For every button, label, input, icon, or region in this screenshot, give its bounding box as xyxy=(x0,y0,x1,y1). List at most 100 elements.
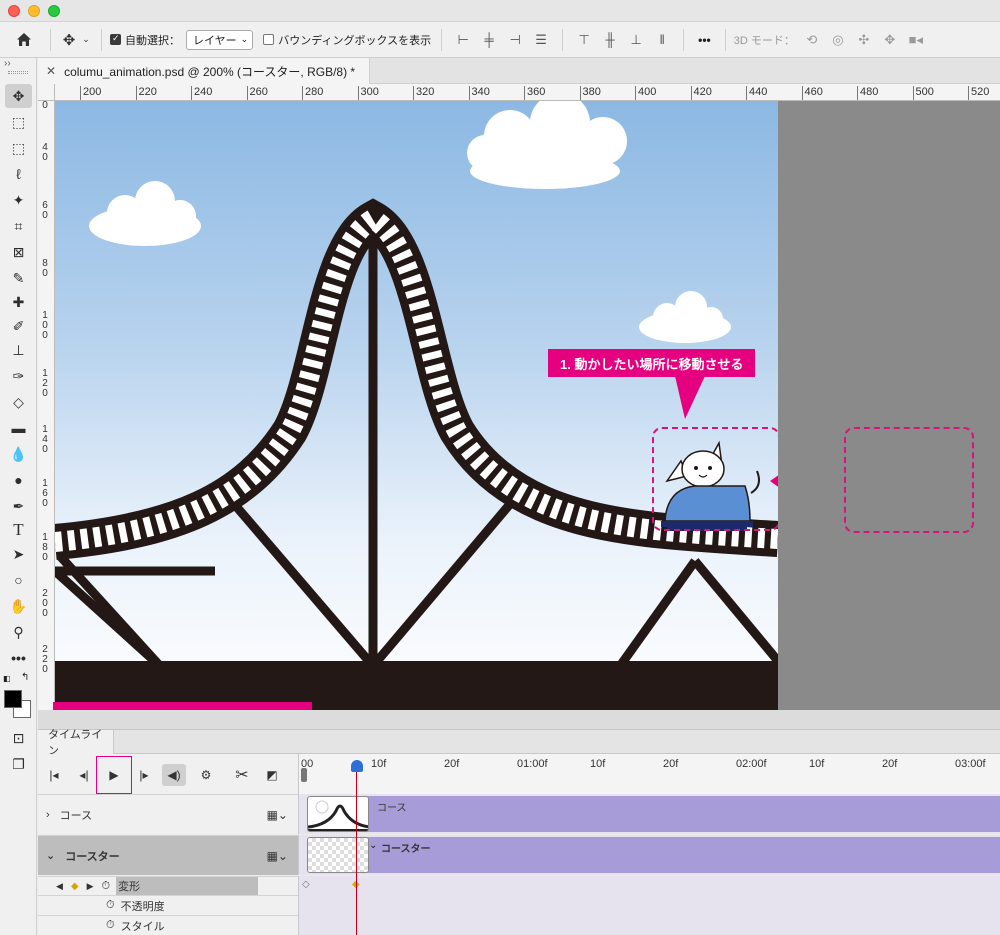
more-tools-icon[interactable]: ••• xyxy=(5,646,32,670)
hand-tool[interactable]: ✋ xyxy=(5,594,32,618)
stopwatch-icon[interactable]: ⏱ xyxy=(106,899,115,912)
distribute-horizontal-icon[interactable]: ‖ xyxy=(649,32,675,47)
quick-mask-icon[interactable]: ⊡ xyxy=(5,726,32,750)
close-window-button[interactable] xyxy=(8,5,20,17)
document-tab[interactable]: ✕ columu_animation.psd @ 200% (コースター, RG… xyxy=(38,58,370,84)
collapse-panel-icon[interactable]: ›› xyxy=(4,58,11,69)
track-coaster[interactable]: ⌄ コースター xyxy=(298,835,1000,875)
align-left-icon[interactable]: ⊢ xyxy=(450,32,476,48)
default-colors-icon[interactable]: ◧ xyxy=(3,674,11,683)
zoom-tool[interactable]: ⚲ xyxy=(5,620,32,644)
clip-coaster[interactable]: ⌄ コースター xyxy=(307,837,1000,873)
playhead-handle[interactable] xyxy=(351,760,363,772)
stamp-tool[interactable]: ⊥ xyxy=(5,338,32,362)
cloud-large xyxy=(467,101,627,189)
3d-camera-icon[interactable]: ■◂ xyxy=(903,32,929,48)
panel-grip[interactable] xyxy=(8,71,28,74)
align-horizontal-center-icon[interactable]: ╪ xyxy=(476,32,502,47)
previous-keyframe-icon[interactable]: ◀ xyxy=(56,881,63,892)
eraser-tool[interactable]: ◇ xyxy=(5,390,32,414)
vertical-ruler[interactable]: 0 40 60 80 100 120 140 160 180 200 220 xyxy=(38,101,55,710)
track-course[interactable]: コース xyxy=(298,794,1000,834)
track-transform[interactable]: ◇ ◆ xyxy=(298,876,1000,895)
ellipse-tool[interactable]: ○ xyxy=(5,568,32,592)
add-keyframe-icon[interactable]: ◆ xyxy=(71,881,79,892)
clip-course[interactable]: コース xyxy=(307,796,1000,832)
lasso-tool[interactable]: ℓ xyxy=(5,162,32,186)
crop-tool[interactable]: ⌗ xyxy=(5,214,32,238)
transition-icon[interactable]: ◩ xyxy=(260,764,284,786)
property-row-opacity[interactable]: ⏱ 不透明度 xyxy=(38,895,298,915)
film-strip-icon[interactable]: ▦⌄ xyxy=(267,849,288,863)
align-right-icon[interactable]: ⊣ xyxy=(502,32,528,48)
property-row-transform[interactable]: ◀ ◆ ▶ ⏱ 変形 xyxy=(38,876,298,895)
next-frame-button[interactable]: |▸ xyxy=(132,764,156,786)
frame-tool[interactable]: ⊠ xyxy=(5,240,32,264)
dodge-tool[interactable]: ● xyxy=(5,468,32,492)
type-tool[interactable]: T xyxy=(5,518,32,542)
align-top-icon[interactable]: ⊤ xyxy=(571,32,597,48)
track-opacity[interactable] xyxy=(298,895,1000,915)
zoom-window-button[interactable] xyxy=(48,5,60,17)
next-keyframe-icon[interactable]: ▶ xyxy=(87,881,94,892)
layer-row-coaster[interactable]: ⌄ コースター ▦⌄ xyxy=(38,835,298,875)
path-selection-tool[interactable]: ➤ xyxy=(5,542,32,566)
brush-tool[interactable]: ✐ xyxy=(5,314,32,338)
move-tool[interactable]: ✥ xyxy=(5,84,32,108)
chevron-down-icon[interactable]: ⌄ xyxy=(79,34,93,45)
blur-tool[interactable]: 💧 xyxy=(5,442,32,466)
history-brush-tool[interactable]: ✑ xyxy=(5,364,32,388)
close-tab-icon[interactable]: ✕ xyxy=(46,64,56,78)
document-canvas[interactable]: 1. 動かしたい場所に移動させる xyxy=(55,101,778,710)
ruler-tick-label: 480 xyxy=(857,86,878,100)
divider xyxy=(441,28,443,51)
stopwatch-icon[interactable]: ⏱ xyxy=(102,880,111,893)
ruler-tick-label: 240 xyxy=(191,86,212,100)
magic-wand-tool[interactable]: ✦ xyxy=(5,188,32,212)
marquee-tool[interactable]: ⬚ xyxy=(5,136,32,160)
home-icon[interactable] xyxy=(6,32,42,47)
align-bottom-icon[interactable]: ⊥ xyxy=(623,32,649,48)
property-row-style[interactable]: ⏱ スタイル xyxy=(38,915,298,935)
split-at-playhead-icon[interactable]: ✂ xyxy=(230,764,254,786)
expand-chevron-icon[interactable]: › xyxy=(46,809,50,821)
previous-frame-button[interactable]: ◂| xyxy=(72,764,96,786)
minimize-window-button[interactable] xyxy=(28,5,40,17)
auto-select-checkbox[interactable] xyxy=(110,33,121,45)
layer-select-dropdown[interactable]: レイヤー ⌄ xyxy=(186,29,254,50)
3d-slide-icon[interactable]: ✥ xyxy=(877,32,903,48)
healing-brush-tool[interactable]: ✚ xyxy=(5,290,32,314)
artboard-tool[interactable]: ⬚ xyxy=(5,110,32,134)
tab-timeline[interactable]: タイムライン xyxy=(38,729,114,757)
audio-toggle-button[interactable]: ◀) xyxy=(162,764,186,786)
timeline-time-ruler[interactable]: 00 10f 20f 01:00f 10f 20f 02:00f 10f 20f 03:00f xyxy=(298,754,1000,794)
canvas-workspace[interactable]: 1. 動かしたい場所に移動させる xyxy=(55,101,1000,710)
stopwatch-icon[interactable]: ⏱ xyxy=(106,919,115,932)
collapse-chevron-icon[interactable]: ⌄ xyxy=(46,849,55,862)
distribute-vertical-icon[interactable]: ☰ xyxy=(528,32,554,48)
settings-icon[interactable]: ⚙ xyxy=(194,764,218,786)
3d-roll-icon[interactable]: ◎ xyxy=(825,32,851,48)
screen-mode-icon[interactable]: ❐ xyxy=(5,752,32,776)
swap-colors-icon[interactable]: ↰ xyxy=(21,672,29,683)
film-strip-icon[interactable]: ▦⌄ xyxy=(267,808,288,822)
move-tool-preset-icon[interactable]: ✥ xyxy=(59,31,79,49)
track-style[interactable] xyxy=(298,915,1000,935)
clip-label: コース xyxy=(377,803,407,814)
3d-orbit-icon[interactable]: ⟲ xyxy=(799,32,825,48)
go-to-first-frame-button[interactable]: |◂ xyxy=(42,764,66,786)
align-vertical-center-icon[interactable]: ╫ xyxy=(597,32,623,47)
foreground-color-swatch[interactable] xyxy=(4,690,22,708)
work-area-start-handle[interactable] xyxy=(301,768,307,782)
timeline-controls: |◂ ◂| ▶ |▸ ◀) ⚙ ✂ ◩ xyxy=(38,754,298,794)
3d-pan-icon[interactable]: ✣ xyxy=(851,32,877,48)
more-options-button[interactable]: ••• xyxy=(698,33,711,47)
pen-tool[interactable]: ✒ xyxy=(5,494,32,518)
keyframe-start[interactable]: ◇ xyxy=(302,879,310,890)
horizontal-ruler[interactable]: 200 220 240 260 280 300 320 340 360 380 400 420 440 4… xyxy=(55,84,1000,101)
layer-row-course[interactable]: › コース ▦⌄ xyxy=(38,794,298,834)
bounding-box-checkbox[interactable] xyxy=(263,34,275,45)
gradient-tool[interactable]: ▬ xyxy=(5,416,32,440)
ruler-origin[interactable] xyxy=(38,84,55,101)
eyedropper-tool[interactable]: ✎ xyxy=(5,266,32,290)
